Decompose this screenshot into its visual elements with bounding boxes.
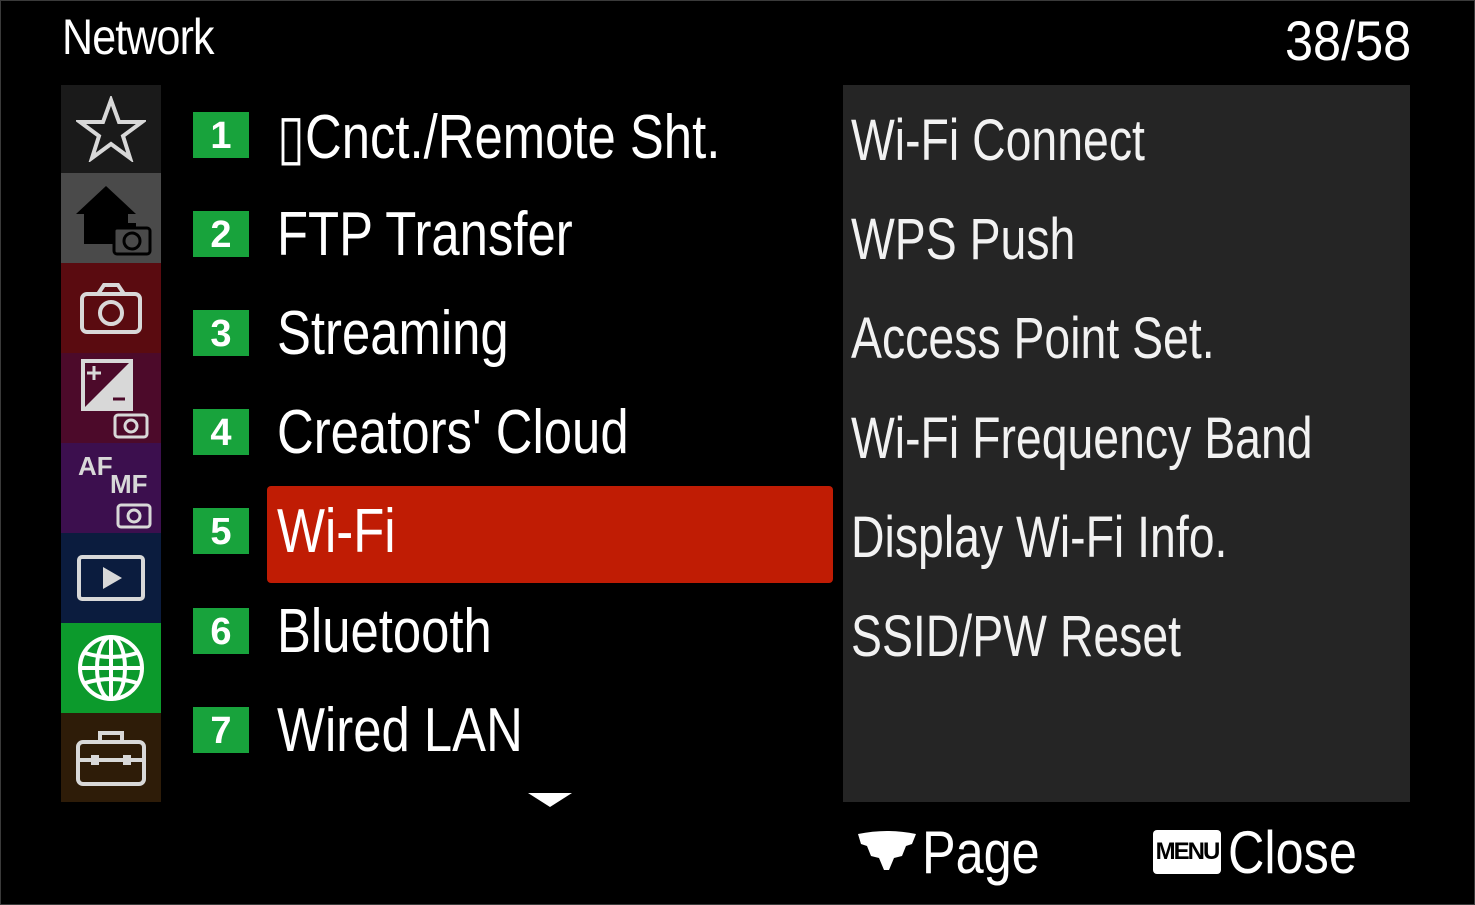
submenu-item-frequency-band[interactable]: Wi-Fi Frequency Band [851, 405, 1313, 472]
close-hint: Close [1228, 819, 1357, 886]
playback-icon [77, 555, 145, 601]
submenu-item-access-point-set[interactable]: Access Point Set. [851, 305, 1215, 372]
submenu-panel: Wi-Fi Connect WPS Push Access Point Set.… [843, 85, 1410, 802]
submenu-item-display-wifi-info[interactable]: Display Wi-Fi Info. [851, 504, 1227, 571]
home-camera-icon [76, 186, 152, 256]
menu-item-streaming[interactable]: 3 Streaming [193, 288, 833, 378]
star-icon [76, 96, 146, 162]
category-network[interactable] [61, 623, 161, 713]
toolbox-icon [76, 730, 146, 786]
item-number: 3 [193, 310, 249, 356]
submenu-item-ssid-pw-reset[interactable]: SSID/PW Reset [851, 603, 1181, 670]
menu-item-bluetooth[interactable]: 6 Bluetooth [193, 586, 833, 676]
af-label: AF [78, 451, 113, 481]
category-setup[interactable] [61, 713, 161, 802]
category-rail: AF MF [61, 85, 161, 802]
category-exposure[interactable] [61, 353, 161, 443]
menu-item-ftp-transfer[interactable]: 2 FTP Transfer [193, 189, 833, 279]
menu-button-icon[interactable]: MENU [1153, 830, 1221, 874]
exposure-icon [81, 359, 149, 439]
item-label: Bluetooth [277, 597, 492, 666]
item-number: 6 [193, 608, 249, 654]
category-playback[interactable] [61, 533, 161, 623]
item-label: Creators' Cloud [277, 398, 629, 467]
item-number: 7 [193, 707, 249, 753]
submenu-item-wifi-connect[interactable]: Wi-Fi Connect [851, 107, 1145, 174]
item-number: 2 [193, 211, 249, 257]
item-number: 4 [193, 409, 249, 455]
item-label: Streaming [277, 299, 509, 368]
item-label: Wired LAN [277, 696, 523, 765]
menu-item-wired-lan[interactable]: 7 Wired LAN [193, 685, 833, 775]
menu-item-remote-shooting[interactable]: 1 ▯Cnct./Remote Sht. [193, 90, 833, 180]
af-mf-icon: AF MF [78, 451, 152, 529]
page-title: Network [62, 9, 215, 65]
category-focus[interactable]: AF MF [61, 443, 161, 533]
page-counter: 38/58 [1284, 9, 1411, 72]
camera-icon [80, 283, 142, 334]
item-number: 1 [193, 112, 249, 158]
mf-label: MF [110, 469, 148, 499]
scroll-down-icon[interactable] [528, 793, 572, 807]
category-main[interactable] [61, 173, 161, 263]
submenu-item-wps-push[interactable]: WPS Push [851, 206, 1075, 273]
page-hint: Page [922, 819, 1040, 886]
globe-icon [78, 635, 144, 701]
item-label: Wi-Fi [277, 497, 396, 566]
item-label: ▯Cnct./Remote Sht. [277, 103, 721, 172]
item-number: 5 [193, 508, 249, 554]
category-my-menu[interactable] [61, 85, 161, 173]
category-shooting[interactable] [61, 263, 161, 353]
menu-item-creators-cloud[interactable]: 4 Creators' Cloud [193, 387, 833, 477]
menu-item-wifi[interactable]: 5 Wi-Fi [193, 486, 833, 583]
item-label: FTP Transfer [277, 200, 573, 269]
control-wheel-icon [858, 831, 916, 870]
